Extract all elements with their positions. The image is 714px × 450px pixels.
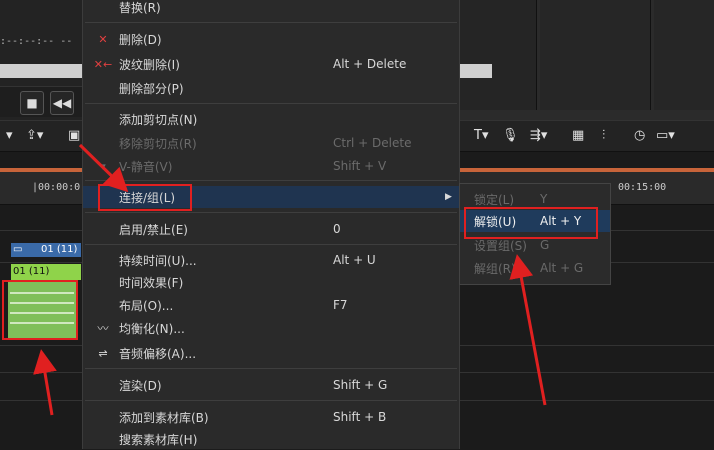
menu-item-add-cut[interactable]: 添加剪切点(N) — [83, 108, 459, 130]
menu-item-shortcut: Shift + B — [333, 410, 387, 424]
submenu-item-label: 设置组(S) — [474, 238, 527, 253]
menu-item-replace[interactable]: 替换(R) — [83, 0, 459, 18]
menu-item-layout[interactable]: 布局(O)... F7 — [83, 294, 459, 316]
menu-item-enable-disable[interactable]: 启用/禁止(E) 0 — [83, 218, 459, 240]
menu-separator — [85, 400, 457, 401]
submenu-arrow-icon: ▶ — [445, 192, 452, 202]
menu-item-label: 音频偏移(A)... — [119, 346, 197, 361]
menu-item-remove-cut[interactable]: 移除剪切点(R) Ctrl + Delete — [83, 132, 459, 154]
export-icon[interactable]: ⇪▾ — [26, 126, 43, 144]
video-clip[interactable]: ▭ 01 (11) — [11, 243, 81, 257]
menu-item-delete-part[interactable]: 删除部分(P) — [83, 77, 459, 99]
audio-mixer-icon[interactable]: ⇶▾ — [530, 126, 547, 144]
audio-clip-header[interactable]: 01 (11) — [11, 264, 81, 280]
menu-item-label: 移除剪切点(R) — [119, 136, 197, 151]
ripple-delete-icon: ✕← — [93, 57, 113, 71]
menu-item-label: 波纹删除(I) — [119, 57, 180, 72]
video-clip-icon: ▭ — [13, 244, 23, 255]
menu-item-label: 删除部分(P) — [119, 81, 184, 96]
menu-item-label: 删除(D) — [119, 32, 162, 47]
ruler-time-right: 00:15:00 — [618, 182, 667, 193]
audio-offset-icon: ⇌ — [98, 346, 108, 360]
menu-item-v-mute[interactable]: ▾ V-静音(V) Shift + V — [83, 155, 459, 177]
transport-bar: ■ ◀◀ — [0, 86, 82, 117]
clip-tool-icon[interactable]: ▣ — [68, 126, 80, 144]
menu-item-label: 持续时间(U)... — [119, 253, 197, 268]
rewind-button[interactable]: ◀◀ — [50, 91, 74, 115]
menu-item-duration[interactable]: 持续时间(U)... Alt + U — [83, 249, 459, 271]
menu-item-label: 启用/禁止(E) — [119, 222, 188, 237]
menu-item-shortcut: Shift + G — [333, 378, 388, 392]
mute-icon: ▾ — [100, 159, 106, 173]
waveform-icon: 〰 — [97, 322, 109, 335]
menu-separator — [85, 22, 457, 23]
menu-item-shortcut: Alt + U — [333, 253, 376, 267]
menu-item-label: 搜索素材库(H) — [119, 432, 198, 447]
right-panel-3 — [654, 0, 714, 110]
menu-item-label: 时间效果(F) — [119, 275, 184, 290]
right-panel-2 — [540, 0, 651, 110]
menu-separator — [85, 244, 457, 245]
submenu-item-ungroup[interactable]: 解组(R) Alt + G — [460, 257, 610, 279]
grid-icon[interactable]: ▦ — [572, 126, 584, 144]
menu-item-label: 添加剪切点(N) — [119, 112, 198, 127]
preview-slider[interactable] — [0, 64, 82, 78]
submenu-item-shortcut: G — [540, 238, 550, 252]
menu-item-shortcut: F7 — [333, 298, 348, 312]
menu-item-label: V-静音(V) — [119, 159, 173, 174]
menu-item-label: 渲染(D) — [119, 378, 162, 393]
menu-item-shortcut: 0 — [333, 222, 341, 236]
submenu-item-shortcut: Alt + G — [540, 261, 584, 275]
menu-item-label: 布局(O)... — [119, 298, 174, 313]
right-slider[interactable] — [458, 64, 492, 78]
menu-item-add-to-bin[interactable]: 添加到素材库(B) Shift + B — [83, 406, 459, 428]
menu-item-shortcut: Ctrl + Delete — [333, 136, 412, 150]
highlight-box-unlock — [464, 207, 598, 239]
highlight-box-link-group — [98, 184, 192, 211]
toolbar-dropdown-icon[interactable]: ▾ — [6, 126, 13, 144]
menu-item-label: 替换(R) — [119, 0, 161, 15]
ruler-time-left: |00:00:0 — [32, 182, 81, 193]
layout-dropdown-icon[interactable]: ▭▾ — [656, 126, 675, 144]
arrow-to-clip — [33, 349, 57, 416]
clock-icon[interactable]: ◷ — [634, 126, 645, 144]
context-menu: 替换(R) ✕ 删除(D) ✕← 波纹删除(I) Alt + Delete 删除… — [82, 0, 460, 449]
title-tool-icon[interactable]: T▾ — [474, 126, 488, 144]
video-clip-label: 01 (11) — [41, 244, 78, 255]
highlight-box-clip — [2, 280, 78, 340]
delete-x-icon: ✕ — [98, 32, 108, 46]
menu-item-normalize[interactable]: 〰 均衡化(N)... — [83, 317, 459, 339]
menu-item-shortcut: Shift + V — [333, 159, 387, 173]
menu-separator — [85, 180, 457, 181]
microphone-icon[interactable]: 🎙 — [502, 126, 519, 144]
menu-item-shortcut: Alt + Delete — [333, 57, 407, 71]
menu-separator — [85, 103, 457, 104]
submenu-item-label: 解组(R) — [474, 261, 516, 276]
menu-separator — [85, 212, 457, 213]
menu-item-search-bin[interactable]: 搜索素材库(H) — [83, 428, 459, 450]
menu-item-render[interactable]: 渲染(D) Shift + G — [83, 374, 459, 396]
submenu-item-label: 锁定(L) — [474, 192, 515, 207]
menu-item-ripple-delete[interactable]: ✕← 波纹删除(I) Alt + Delete — [83, 53, 459, 75]
timecode-display: :--:--:-- -- — [0, 36, 73, 47]
menu-separator — [85, 368, 457, 369]
equalizer-icon[interactable]: ⫶ — [602, 126, 605, 144]
menu-item-time-effect[interactable]: 时间效果(F) — [83, 271, 459, 293]
menu-item-label: 添加到素材库(B) — [119, 410, 209, 425]
submenu-item-shortcut: Y — [540, 192, 548, 206]
audio-clip-label: 01 (11) — [13, 266, 50, 277]
menu-item-label: 均衡化(N)... — [119, 321, 185, 336]
menu-item-audio-offset[interactable]: ⇌ 音频偏移(A)... — [83, 342, 459, 364]
stop-button[interactable]: ■ — [20, 91, 44, 115]
menu-item-delete[interactable]: ✕ 删除(D) — [83, 28, 459, 50]
right-panel-1 — [458, 0, 537, 110]
